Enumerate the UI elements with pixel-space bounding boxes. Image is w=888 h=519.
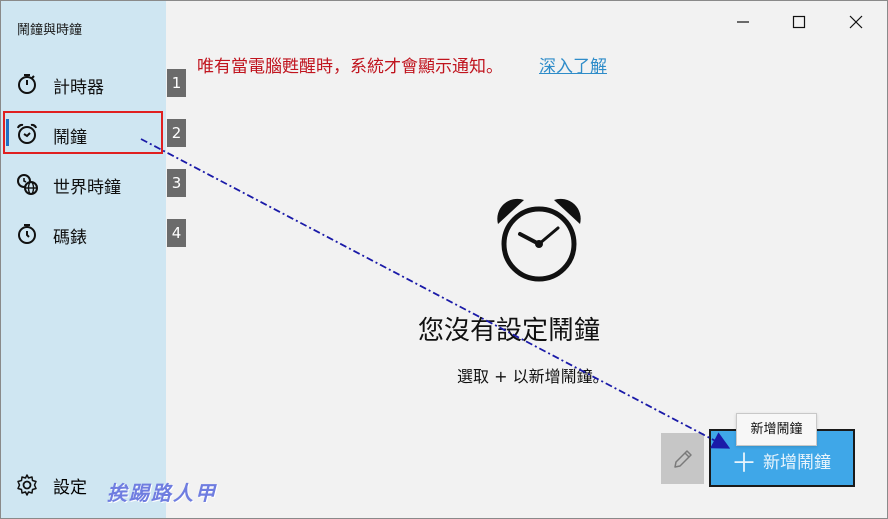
plus-icon: ＋ [731, 449, 758, 479]
settings-label: 設定 [53, 478, 87, 498]
gear-icon [15, 473, 39, 496]
add-alarm-tooltip: 新增鬧鐘 [736, 413, 817, 446]
world-clock-icon [15, 172, 39, 195]
maximize-icon [792, 15, 806, 29]
sidebar-item-label: 碼錶 [53, 228, 87, 248]
app-title: 鬧鐘與時鐘 [17, 23, 83, 38]
annotation-badge-1: 1 [167, 69, 186, 97]
annotation-badge-3: 3 [167, 169, 186, 197]
sidebar-item-world-clock[interactable]: 世界時鐘 [1, 162, 166, 204]
sidebar-item-label: 世界時鐘 [53, 178, 121, 198]
minimize-icon [737, 21, 749, 23]
annotation-badge-4: 4 [167, 219, 186, 247]
minimize-button[interactable] [720, 7, 766, 37]
notification-notice: 唯有當電腦甦醒時，系統才會顯示通知。 [197, 57, 503, 77]
pencil-icon [674, 450, 692, 468]
sidebar-item-label: 計時器 [53, 78, 104, 98]
stopwatch-icon [15, 222, 39, 244]
sidebar: 鬧鐘與時鐘 計時器 鬧鐘 世界時鐘 碼錶 設定 [1, 1, 166, 518]
sidebar-item-timer[interactable]: 計時器 [1, 62, 166, 104]
learn-more-link[interactable]: 深入了解 [539, 52, 607, 77]
empty-state-title: 您沒有設定鬧鐘 [418, 316, 601, 346]
watermark-text: 挨踢路人甲 [107, 481, 217, 505]
app-window: 鬧鐘與時鐘 計時器 鬧鐘 世界時鐘 碼錶 設定 1 2 3 4 挨踢路人甲 唯有… [0, 0, 888, 519]
add-alarm-label: 新增鬧鐘 [763, 453, 831, 473]
timer-icon [15, 72, 39, 94]
sidebar-item-stopwatch[interactable]: 碼錶 [1, 212, 166, 254]
close-icon [849, 15, 863, 29]
maximize-button[interactable] [776, 7, 822, 37]
alarm-clock-icon [494, 194, 584, 284]
empty-state-subtitle: 選取 + 以新增鬧鐘。 [457, 367, 609, 386]
annotation-badge-2: 2 [167, 119, 186, 147]
edit-alarms-button[interactable] [661, 433, 704, 484]
close-button[interactable] [833, 7, 879, 37]
selection-highlight-box [3, 111, 163, 154]
